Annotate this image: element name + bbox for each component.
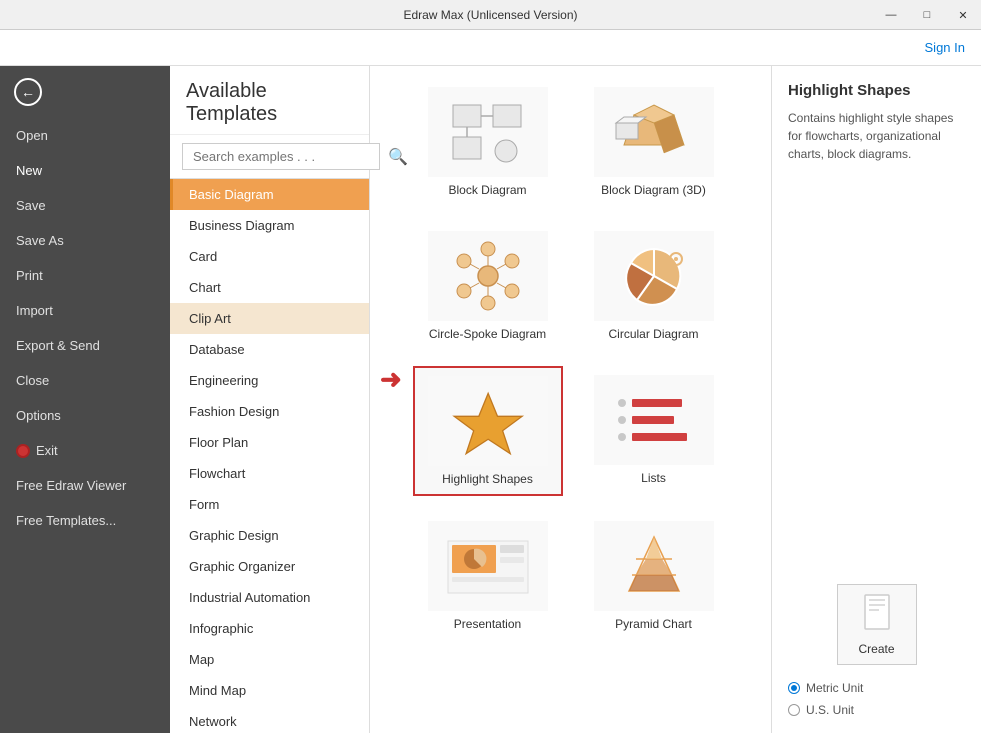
- back-circle-icon: ←: [14, 78, 42, 106]
- thumb-highlight-shapes-img: [428, 376, 548, 466]
- sidebar-item-import[interactable]: Import: [0, 293, 170, 328]
- us-radio[interactable]: [788, 704, 800, 716]
- cat-graphic-design[interactable]: Graphic Design: [170, 520, 369, 551]
- create-btn-label: Create: [858, 642, 894, 656]
- panel-header: Available Templates: [170, 66, 369, 135]
- exit-icon: [16, 444, 30, 458]
- sidebar-item-free-viewer[interactable]: Free Edraw Viewer: [0, 468, 170, 503]
- thumb-circular-diagram-img: [594, 231, 714, 321]
- template-presentation[interactable]: Presentation: [413, 512, 563, 640]
- back-button[interactable]: ←: [0, 66, 170, 118]
- right-panel-title: Highlight Shapes: [788, 82, 965, 99]
- search-bar: 🔍: [170, 135, 369, 179]
- sign-in-bar: Sign In: [0, 30, 981, 66]
- app-title: Edraw Max (Unlicensed Version): [403, 8, 577, 22]
- template-circular-diagram-label: Circular Diagram: [608, 327, 698, 341]
- cat-graphic-organizer[interactable]: Graphic Organizer: [170, 551, 369, 582]
- exit-label: Exit: [36, 443, 58, 458]
- sidebar-item-exit[interactable]: Exit: [0, 433, 170, 468]
- us-unit-label: U.S. Unit: [806, 703, 854, 717]
- sidebar-item-close[interactable]: Close: [0, 363, 170, 398]
- cat-fashion-design[interactable]: Fashion Design: [170, 396, 369, 427]
- search-input[interactable]: [182, 143, 380, 170]
- us-unit-option[interactable]: U.S. Unit: [788, 703, 965, 717]
- sidebar-item-options[interactable]: Options: [0, 398, 170, 433]
- sidebar-item-open[interactable]: Open: [0, 118, 170, 153]
- template-block-diagram-3d[interactable]: Block Diagram (3D): [579, 78, 729, 206]
- sidebar-item-new[interactable]: New: [0, 153, 170, 188]
- template-lists-label: Lists: [641, 471, 666, 485]
- create-btn-area: Create: [788, 584, 965, 665]
- templates-grid-scroll[interactable]: Block Diagram: [370, 66, 771, 733]
- cat-industrial-automation[interactable]: Industrial Automation: [170, 582, 369, 613]
- cat-flowchart[interactable]: Flowchart: [170, 458, 369, 489]
- thumb-pyramid-chart-img: [594, 521, 714, 611]
- sidebar-item-save-as[interactable]: Save As: [0, 223, 170, 258]
- cat-card[interactable]: Card: [170, 241, 369, 272]
- create-icon: [861, 593, 893, 638]
- template-block-diagram-3d-label: Block Diagram (3D): [601, 183, 706, 197]
- metric-unit-label: Metric Unit: [806, 681, 863, 695]
- thumb-block-diagram-img: [428, 87, 548, 177]
- cat-map[interactable]: Map: [170, 644, 369, 675]
- template-block-diagram-label: Block Diagram: [448, 183, 526, 197]
- template-pyramid-chart[interactable]: Pyramid Chart: [579, 512, 729, 640]
- template-circular-diagram[interactable]: Circular Diagram: [579, 222, 729, 350]
- cat-network[interactable]: Network: [170, 706, 369, 733]
- sidebar-item-print[interactable]: Print: [0, 258, 170, 293]
- cat-chart[interactable]: Chart: [170, 272, 369, 303]
- category-list-inner: Basic Diagram Business Diagram Card Char…: [170, 179, 369, 733]
- template-panel: Available Templates 🔍 Basic Diagram Busi…: [170, 66, 370, 733]
- maximize-button[interactable]: □: [909, 0, 945, 30]
- template-lists[interactable]: Lists: [579, 366, 729, 496]
- minimize-button[interactable]: —: [873, 0, 909, 30]
- content-area: Available Templates 🔍 Basic Diagram Busi…: [170, 66, 981, 733]
- sidebar-item-export-send[interactable]: Export & Send: [0, 328, 170, 363]
- cat-engineering[interactable]: Engineering: [170, 365, 369, 396]
- template-highlight-shapes[interactable]: Highlight Shapes: [413, 366, 563, 496]
- template-highlight-shapes-label: Highlight Shapes: [442, 472, 533, 486]
- sidebar: ← Open New Save Save As Print Import Exp…: [0, 66, 170, 733]
- sidebar-item-free-templates[interactable]: Free Templates...: [0, 503, 170, 538]
- metric-unit-option[interactable]: Metric Unit: [788, 681, 965, 695]
- metric-radio[interactable]: [788, 682, 800, 694]
- arrow-indicator: ➜: [380, 364, 402, 395]
- cat-basic-diagram[interactable]: Basic Diagram: [170, 179, 369, 210]
- thumb-presentation-img: [428, 521, 548, 611]
- unit-options: Metric Unit U.S. Unit: [788, 681, 965, 717]
- templates-grid-area: ➜: [370, 66, 771, 733]
- templates-grid: Block Diagram: [382, 78, 759, 640]
- cat-infographic[interactable]: Infographic: [170, 613, 369, 644]
- template-block-diagram[interactable]: Block Diagram: [413, 78, 563, 206]
- right-panel-description: Contains highlight style shapes for flow…: [788, 109, 965, 163]
- window-controls: — □ ✕: [873, 0, 981, 30]
- cat-database[interactable]: Database: [170, 334, 369, 365]
- cat-form[interactable]: Form: [170, 489, 369, 520]
- metric-radio-dot: [791, 685, 797, 691]
- template-pyramid-chart-label: Pyramid Chart: [615, 617, 692, 631]
- cat-mind-map[interactable]: Mind Map: [170, 675, 369, 706]
- sign-in-link[interactable]: Sign In: [925, 40, 965, 55]
- thumb-circle-spoke-img: [428, 231, 548, 321]
- cat-clip-art[interactable]: Clip Art: [170, 303, 369, 334]
- right-panel: Highlight Shapes Contains highlight styl…: [771, 66, 981, 733]
- main-layout: ← Open New Save Save As Print Import Exp…: [0, 66, 981, 733]
- cat-business-diagram[interactable]: Business Diagram: [170, 210, 369, 241]
- template-circle-spoke[interactable]: Circle-Spoke Diagram: [413, 222, 563, 350]
- cat-floor-plan[interactable]: Floor Plan: [170, 427, 369, 458]
- close-button[interactable]: ✕: [945, 0, 981, 30]
- thumb-block-diagram-3d-img: [594, 87, 714, 177]
- thumb-lists-img: [594, 375, 714, 465]
- template-presentation-label: Presentation: [454, 617, 521, 631]
- title-bar: Edraw Max (Unlicensed Version) — □ ✕: [0, 0, 981, 30]
- category-list: Basic Diagram Business Diagram Card Char…: [170, 179, 369, 733]
- create-button[interactable]: Create: [837, 584, 917, 665]
- sidebar-item-save[interactable]: Save: [0, 188, 170, 223]
- template-circle-spoke-label: Circle-Spoke Diagram: [429, 327, 546, 341]
